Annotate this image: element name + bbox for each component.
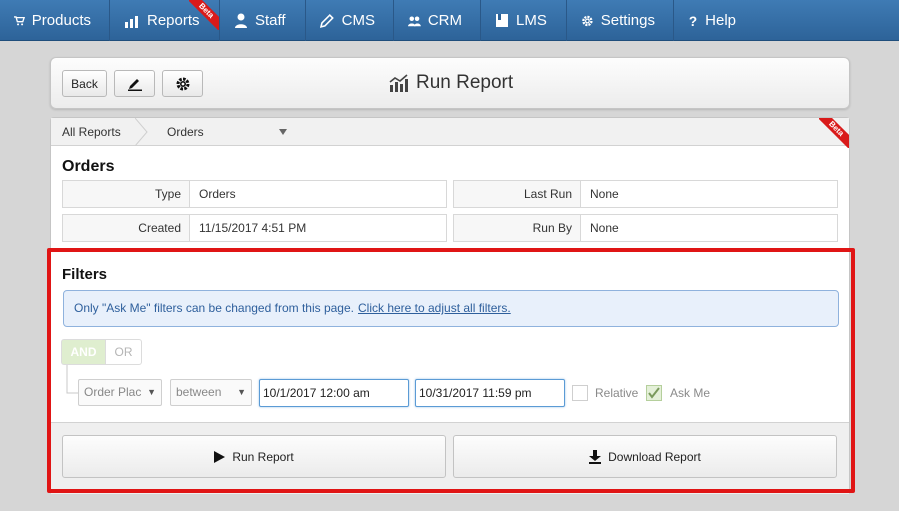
- filters-title: Filters: [62, 266, 108, 283]
- pencil-icon: [320, 14, 334, 28]
- nav-help[interactable]: ? Help: [674, 0, 754, 41]
- breadcrumb-root[interactable]: All Reports: [62, 118, 121, 146]
- info-last-run: Last Run None: [453, 180, 838, 208]
- nav-staff[interactable]: Staff: [220, 0, 306, 41]
- notice-text: Only "Ask Me" filters can be changed fro…: [74, 301, 354, 315]
- svg-text:?: ?: [689, 14, 697, 29]
- gear-icon: [176, 77, 189, 90]
- nav-products[interactable]: Products: [0, 0, 110, 41]
- pencil-icon: [127, 78, 142, 91]
- or-toggle[interactable]: OR: [105, 339, 142, 365]
- page-header: Back Run Report: [50, 57, 850, 109]
- info-run-by: Run By None: [453, 214, 838, 242]
- nav-settings[interactable]: Settings: [567, 0, 674, 41]
- cart-icon: [14, 15, 25, 25]
- info-value: None: [581, 181, 837, 207]
- breadcrumb-current[interactable]: Orders: [167, 118, 204, 146]
- back-button[interactable]: Back: [62, 70, 107, 97]
- filter-field-select[interactable]: Order Plac ▼: [78, 379, 162, 406]
- filters-notice: Only "Ask Me" filters can be changed fro…: [63, 290, 839, 327]
- action-bar: Run Report Download Report: [51, 422, 849, 494]
- run-report-button[interactable]: Run Report: [62, 435, 446, 478]
- top-nav: Products Reports Beta Staff CMS CRM LMS …: [0, 0, 899, 41]
- info-value: None: [581, 215, 837, 241]
- info-label: Run By: [454, 215, 581, 241]
- nav-crm[interactable]: CRM: [394, 0, 481, 41]
- date-to-input[interactable]: 10/31/2017 11:59 pm: [415, 379, 565, 407]
- page-title: Run Report: [389, 72, 513, 94]
- info-label: Created: [63, 215, 190, 241]
- and-toggle[interactable]: AND: [61, 339, 106, 365]
- download-icon: [589, 449, 602, 464]
- edit-button[interactable]: [114, 70, 155, 97]
- info-type: Type Orders: [62, 180, 447, 208]
- chart-icon: [125, 15, 138, 28]
- download-report-button[interactable]: Download Report: [453, 435, 837, 478]
- gear-icon: [582, 15, 593, 26]
- nav-label: Staff: [255, 12, 286, 29]
- nav-label: Help: [705, 12, 736, 29]
- info-value: 11/15/2017 4:51 PM: [190, 215, 446, 241]
- report-name: Orders: [62, 158, 115, 175]
- people-icon: [408, 15, 421, 26]
- chevron-down-icon[interactable]: [279, 129, 287, 135]
- breadcrumb: All Reports Orders Beta: [51, 118, 849, 148]
- relative-checkbox[interactable]: [572, 385, 588, 401]
- question-icon: ?: [689, 14, 697, 29]
- info-label: Type: [63, 181, 190, 207]
- info-created: Created 11/15/2017 4:51 PM: [62, 214, 447, 242]
- nav-label: Products: [31, 12, 91, 29]
- info-value: Orders: [190, 181, 446, 207]
- chart-icon: [389, 74, 408, 92]
- date-from-input[interactable]: 10/1/2017 12:00 am: [259, 379, 409, 407]
- ask-me-label: Ask Me: [670, 386, 711, 400]
- nav-reports[interactable]: Reports Beta: [110, 0, 220, 41]
- nav-label: LMS: [516, 12, 547, 29]
- breadcrumb-separator-icon: [135, 118, 148, 146]
- filter-field-value: Order Plac: [84, 385, 142, 399]
- filter-operator-value: between: [176, 385, 222, 399]
- relative-label: Relative: [595, 386, 639, 400]
- nav-label: CMS: [341, 12, 375, 29]
- adjust-filters-link[interactable]: Click here to adjust all filters.: [358, 301, 511, 315]
- check-icon: [648, 387, 660, 399]
- ask-me-checkbox[interactable]: [646, 385, 662, 401]
- settings-button[interactable]: [162, 70, 203, 97]
- nav-cms[interactable]: CMS: [306, 0, 394, 41]
- info-label: Last Run: [454, 181, 581, 207]
- nav-lms[interactable]: LMS: [481, 0, 567, 41]
- filter-operator-select[interactable]: between ▼: [170, 379, 252, 406]
- book-icon: [496, 14, 508, 27]
- person-icon: [235, 13, 247, 28]
- report-panel: All Reports Orders Beta Orders Type Orde…: [50, 117, 850, 494]
- back-label: Back: [71, 76, 98, 91]
- page-title-text: Run Report: [416, 72, 514, 93]
- play-icon: [214, 450, 226, 463]
- nav-label: Settings: [600, 12, 655, 29]
- run-report-label: Run Report: [232, 449, 294, 464]
- beta-ribbon: Beta: [189, 0, 219, 30]
- download-report-label: Download Report: [608, 449, 701, 464]
- beta-ribbon: Beta: [819, 118, 849, 148]
- nav-label: CRM: [427, 12, 462, 29]
